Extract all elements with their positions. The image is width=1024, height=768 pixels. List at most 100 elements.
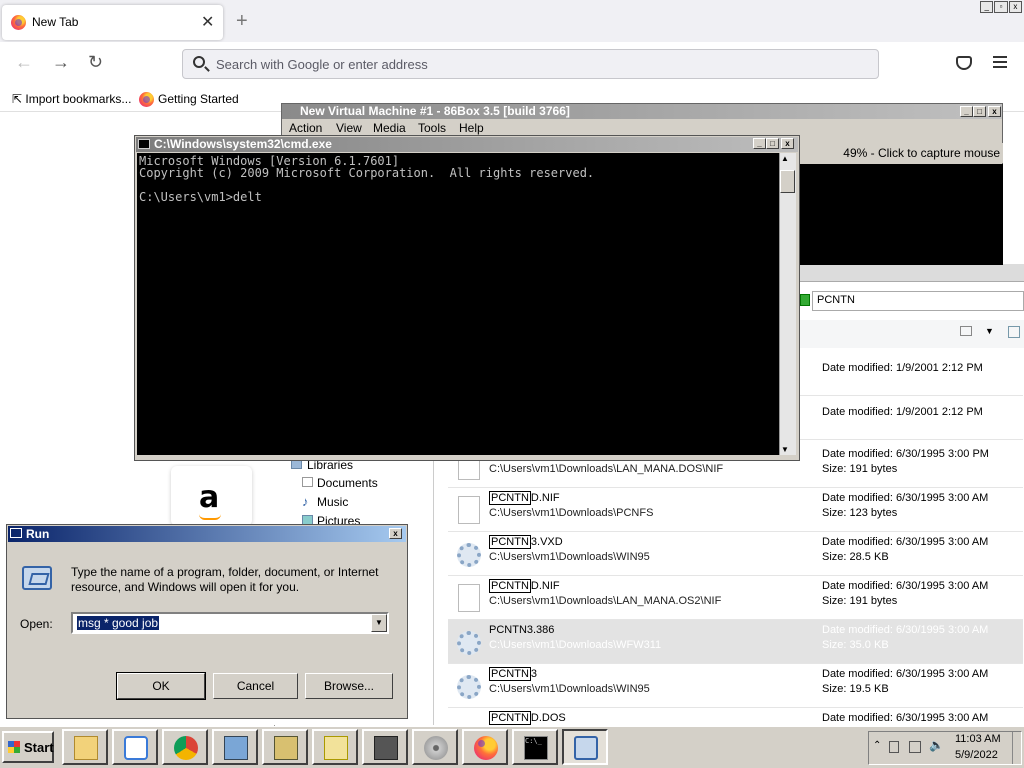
close-button[interactable]: x: [1008, 1, 1022, 13]
cmd-minimize-button[interactable]: _: [753, 138, 766, 149]
menu-view[interactable]: View: [336, 121, 362, 135]
search-icon: [193, 56, 205, 68]
tab-new-tab[interactable]: New Tab ✕: [2, 5, 223, 40]
cmd-scroll-thumb[interactable]: [780, 170, 795, 193]
cmd-scrollbar[interactable]: ▲ ▼: [779, 153, 796, 455]
back-arrow-icon[interactable]: ←: [15, 52, 33, 73]
cmd-maximize-button[interactable]: □: [766, 138, 779, 149]
amazon-smile-icon: [199, 514, 221, 520]
menu-tools[interactable]: Tools: [418, 121, 446, 135]
86box-title: New Virtual Machine #1 - 86Box 3.5 [buil…: [300, 104, 570, 118]
taskbar-86box-manager[interactable]: [362, 729, 408, 765]
result-path: C:\Users\vm1\Downloads\WFW311: [489, 639, 662, 651]
scroll-down-icon[interactable]: ▼: [781, 445, 789, 454]
view-options-icon[interactable]: [960, 326, 972, 336]
volume-icon[interactable]: 🔈: [929, 738, 944, 752]
result-name-highlight: PCNTN: [489, 711, 531, 725]
run-open-value[interactable]: msg * good job: [77, 616, 160, 630]
run-close-button[interactable]: x: [389, 528, 402, 539]
taskbar-folders[interactable]: [312, 729, 358, 765]
cmd-title: C:\Windows\system32\cmd.exe: [154, 137, 332, 151]
reload-icon[interactable]: ↻: [88, 52, 103, 73]
address-placeholder: Search with Google or enter address: [216, 57, 428, 72]
86box-close-button[interactable]: x: [988, 106, 1001, 117]
search-result-row[interactable]: PCNTN D.NIF C:\Users\vm1\Downloads\LAN_MA…: [448, 576, 1023, 620]
cmd-console-output[interactable]: Microsoft Windows [Version 6.1.7601] Copy…: [137, 153, 779, 455]
start-button[interactable]: Start: [2, 731, 54, 763]
search-result-row[interactable]: PCNTN D.DOS Date modified: 6/30/1995 3:00…: [448, 708, 1023, 726]
taskbar-cmd[interactable]: C:\_: [512, 729, 558, 765]
explorer-search-input[interactable]: PCNTN: [812, 291, 1024, 311]
new-tab-button[interactable]: +: [236, 10, 248, 33]
result-name: PCNTN D.NIF: [489, 491, 560, 505]
result-date: Date modified: 1/9/2001 2:12 PM: [822, 362, 983, 374]
search-result-row[interactable]: PCNTN 3.VXD C:\Users\vm1\Downloads\WIN95 …: [448, 532, 1023, 576]
result-path: C:\Users\vm1\Downloads\LAN_MANA.OS2\NIF: [489, 595, 722, 607]
maximize-button[interactable]: ▫: [994, 1, 1008, 13]
action-center-icon[interactable]: [889, 741, 899, 753]
network-icon[interactable]: [909, 741, 921, 753]
system-file-gear-icon: [457, 631, 481, 655]
minimize-button[interactable]: _: [980, 1, 994, 13]
result-name: PCNTN 3.VXD: [489, 535, 563, 549]
bookmark-import[interactable]: ⇱ Import bookmarks...: [12, 92, 131, 106]
taskbar-firefox[interactable]: [462, 729, 508, 765]
amazon-logo: a: [199, 480, 220, 515]
86box-menu-bar: Action View Media Tools Help: [282, 120, 1002, 136]
cmd-close-button[interactable]: x: [781, 138, 794, 149]
chevron-down-icon[interactable]: ▼: [985, 326, 994, 336]
taskbar-computer[interactable]: [212, 729, 258, 765]
tab-close-icon[interactable]: ✕: [201, 12, 214, 32]
ok-button[interactable]: OK: [116, 672, 206, 700]
menu-help[interactable]: Help: [459, 121, 484, 135]
nav-documents[interactable]: Documents: [317, 476, 378, 490]
cmd-title-bar: C:\Windows\system32\cmd.exe: [136, 137, 798, 152]
bookmark-label: Getting Started: [158, 92, 239, 106]
taskbar-control-panel[interactable]: [262, 729, 308, 765]
taskbar-explorer[interactable]: [62, 729, 108, 765]
preview-pane-icon[interactable]: [1008, 326, 1020, 338]
amazon-shortcut-tile[interactable]: a: [171, 466, 252, 526]
import-icon: ⇱: [12, 92, 23, 106]
86box-vm-screen[interactable]: [800, 164, 1003, 265]
browse-button[interactable]: Browse...: [305, 673, 393, 699]
result-size: Size: 28.5 KB: [822, 551, 889, 563]
clock-date[interactable]: 5/9/2022: [955, 749, 998, 761]
taskbar-chrome[interactable]: [162, 729, 208, 765]
console-line: C:\Users\vm1>delt: [139, 190, 262, 204]
cancel-button[interactable]: Cancel: [213, 673, 298, 699]
86box-minimize-button[interactable]: _: [960, 106, 973, 117]
result-size: Size: 191 bytes: [822, 595, 898, 607]
menu-action[interactable]: Action: [289, 121, 322, 135]
chevron-down-icon[interactable]: ▼: [371, 614, 387, 632]
show-desktop-button[interactable]: [1012, 732, 1021, 764]
folders-icon: [324, 736, 348, 760]
hamburger-menu-icon[interactable]: [993, 56, 1007, 68]
result-name: PCNTN D.NIF: [489, 579, 560, 593]
result-size: Size: 191 bytes: [822, 463, 898, 475]
explorer-search-area: PCNTN: [800, 290, 1024, 312]
show-hidden-icons-icon[interactable]: ⌃: [873, 740, 881, 751]
scroll-up-icon[interactable]: ▲: [781, 154, 789, 163]
search-result-row[interactable]: PCNTN 3 C:\Users\vm1\Downloads\WIN95 Date…: [448, 664, 1023, 708]
result-path: C:\Users\vm1\Downloads\WIN95: [489, 683, 650, 695]
run-open-input[interactable]: msg * good job ▼: [71, 612, 389, 634]
86box-maximize-button[interactable]: □: [973, 106, 986, 117]
86box-manager-icon: [374, 736, 398, 760]
bookmark-getting-started[interactable]: Getting Started: [139, 92, 239, 107]
firefox-icon: [474, 736, 498, 760]
clock-time[interactable]: 11:03 AM: [955, 733, 1001, 745]
nav-music[interactable]: Music: [317, 495, 348, 509]
forward-arrow-icon[interactable]: →: [52, 52, 70, 73]
firefox-icon: [11, 15, 26, 30]
result-date: Date modified: 1/9/2001 2:12 PM: [822, 406, 983, 418]
tab-title: New Tab: [32, 15, 79, 29]
taskbar-run[interactable]: [562, 729, 608, 765]
taskbar-media-player[interactable]: [112, 729, 158, 765]
result-date: Date modified: 6/30/1995 3:00 AM: [822, 492, 989, 504]
search-result-row[interactable]: PCNTN D.NIF C:\Users\vm1\Downloads\PCNFS …: [448, 488, 1023, 532]
taskbar-disc[interactable]: [412, 729, 458, 765]
menu-media[interactable]: Media: [373, 121, 406, 135]
address-bar[interactable]: Search with Google or enter address: [182, 49, 879, 79]
search-result-row-selected[interactable]: PCNTN3.386 C:\Users\vm1\Downloads\WFW311…: [448, 620, 1023, 664]
